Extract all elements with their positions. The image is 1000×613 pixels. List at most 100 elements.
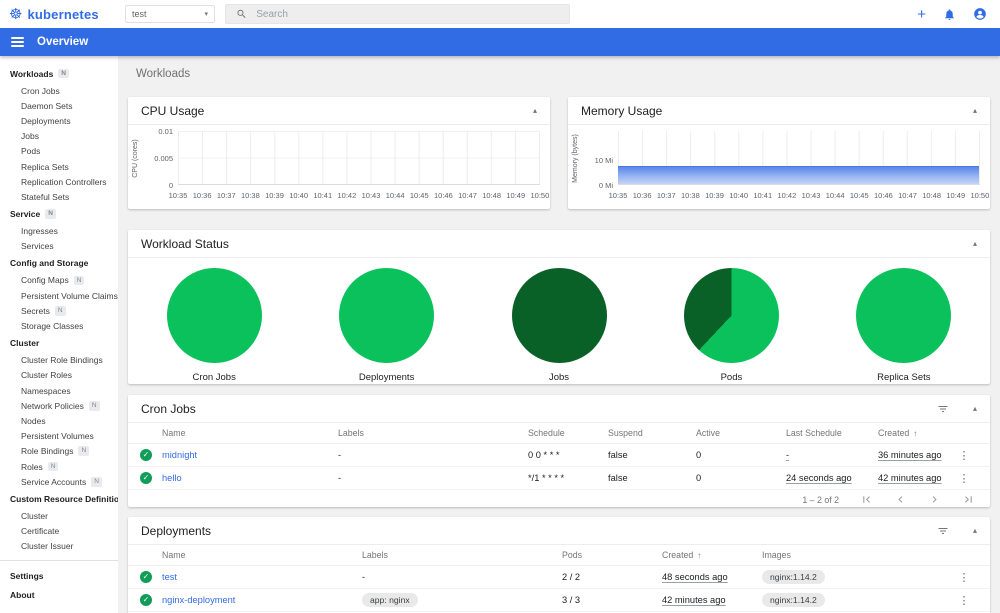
sidebar-item[interactable]: Stateful Sets (0, 189, 118, 204)
row-menu-kebab-icon[interactable]: ⋮ (950, 594, 978, 607)
col-name[interactable]: Name (162, 550, 362, 560)
col-last-schedule[interactable]: Last Schedule (786, 428, 878, 438)
sidebar-item[interactable]: Custom Resource Definitions (0, 489, 118, 508)
col-pods[interactable]: Pods (562, 550, 662, 560)
row-menu-kebab-icon[interactable]: ⋮ (950, 571, 978, 584)
col-suspend[interactable]: Suspend (608, 428, 696, 438)
col-images[interactable]: Images (762, 550, 950, 560)
sidebar-item[interactable]: Cluster Issuer (0, 539, 118, 554)
search-bar[interactable] (225, 4, 570, 24)
pie-chart[interactable] (166, 268, 262, 363)
table-row: ✓ midnight - 0 0 * * * false 0 - 36 minu… (128, 444, 990, 467)
filter-icon[interactable] (937, 525, 949, 537)
kubernetes-logo[interactable]: ☸ kubernetes (0, 7, 118, 22)
sidebar-item[interactable]: Roles N (0, 459, 118, 474)
pie-chart[interactable] (511, 268, 607, 363)
pie-chart[interactable] (339, 268, 435, 363)
cell-created: 42 minutes ago (878, 473, 942, 483)
sidebar-item-label: Network Policies (21, 400, 84, 411)
prev-page-icon[interactable] (894, 493, 907, 506)
sidebar-item[interactable]: Workloads N (0, 64, 118, 83)
col-labels[interactable]: Labels (338, 428, 528, 438)
row-menu-kebab-icon[interactable]: ⋮ (950, 449, 978, 462)
sidebar-item[interactable]: Cluster Roles (0, 368, 118, 383)
sidebar-item[interactable]: Persistent Volumes (0, 429, 118, 444)
collapse-caret-icon[interactable]: ▴ (533, 106, 537, 115)
memory-chart: Memory (bytes) 10 Mi 0 Mi 10:35 10:36 10:3… (568, 125, 990, 209)
col-name[interactable]: Name (162, 428, 338, 438)
sidebar-item[interactable]: Config and Storage (0, 254, 118, 273)
cron-jobs-card: Cron Jobs ▴ Name Labels Schedule Suspend… (128, 395, 990, 507)
zone-title: Workloads (136, 68, 191, 80)
top-actions: + (917, 7, 1000, 22)
sidebar-item[interactable]: Nodes (0, 413, 118, 428)
sidebar-item[interactable]: Settings (0, 567, 118, 586)
sidebar-item[interactable]: Cluster Role Bindings (0, 353, 118, 368)
sidebar-item[interactable]: Config Maps N (0, 273, 118, 288)
pagination-range: 1 – 2 of 2 (802, 494, 839, 505)
namespace-selector[interactable]: test ▾ (125, 5, 215, 23)
sidebar-item[interactable]: Jobs (0, 129, 118, 144)
row-menu-kebab-icon[interactable]: ⋮ (950, 472, 978, 485)
col-created[interactable]: Created ↑ (878, 428, 950, 438)
sidebar-item[interactable]: Cluster (0, 334, 118, 353)
workload-status-card: Workload Status ▴ Cron Jobs Deployments (128, 230, 990, 384)
sidebar-item[interactable]: Role Bindings N (0, 444, 118, 459)
pie-chart[interactable] (683, 268, 779, 363)
col-labels[interactable]: Labels (362, 550, 562, 560)
collapse-caret-icon[interactable]: ▴ (973, 239, 977, 248)
sidebar-item[interactable] (0, 559, 118, 561)
collapse-caret-icon[interactable]: ▴ (973, 106, 977, 115)
x-tick-label: 10:37 (216, 191, 236, 200)
sidebar-item[interactable]: Replication Controllers (0, 174, 118, 189)
x-tick-label: 10:36 (192, 191, 212, 200)
sidebar-item[interactable]: Ingresses (0, 224, 118, 239)
sort-ascending-icon: ↑ (913, 429, 918, 438)
deployment-link[interactable]: test (162, 572, 362, 582)
collapse-caret-icon[interactable]: ▴ (973, 526, 977, 535)
sidebar-item[interactable]: Cron Jobs (0, 83, 118, 98)
user-account-icon[interactable] (973, 7, 987, 21)
deployment-link[interactable]: nginx-deployment (162, 595, 362, 605)
sidebar-item[interactable]: Certificate (0, 524, 118, 539)
cron-job-link[interactable]: midnight (162, 450, 338, 460)
workload-pie: Replica Sets (818, 268, 990, 384)
sidebar-item[interactable]: Deployments (0, 113, 118, 128)
sidebar-item[interactable]: Services (0, 239, 118, 254)
col-active[interactable]: Active (696, 428, 786, 438)
sidebar-item[interactable]: Daemon Sets (0, 98, 118, 113)
cpu-ytick: 0.005 (154, 154, 173, 163)
sidebar-item-label: Nodes (21, 415, 46, 426)
sidebar-item[interactable]: Secrets N (0, 303, 118, 318)
sidebar-item[interactable]: Cluster (0, 508, 118, 523)
search-input[interactable] (256, 8, 559, 20)
filter-icon[interactable] (937, 403, 949, 415)
sidebar-item[interactable]: Pods (0, 144, 118, 159)
next-page-icon[interactable] (928, 493, 941, 506)
cron-job-link[interactable]: hello (162, 473, 338, 483)
first-page-icon[interactable] (860, 493, 873, 506)
menu-hamburger-icon[interactable] (11, 36, 24, 48)
sidebar-item[interactable]: Service N (0, 205, 118, 224)
collapse-caret-icon[interactable]: ▴ (973, 404, 977, 413)
sidebar-item-label: Replication Controllers (21, 176, 107, 187)
sidebar-item[interactable]: Storage Classes (0, 318, 118, 333)
sidebar-item[interactable]: About (0, 586, 118, 605)
workload-pie: Deployments (300, 268, 472, 384)
col-schedule[interactable]: Schedule (528, 428, 608, 438)
sidebar-item[interactable]: Network Policies N (0, 398, 118, 413)
last-page-icon[interactable] (962, 493, 975, 506)
top-bar: ☸ kubernetes test ▾ + (0, 0, 1000, 28)
sidebar-item[interactable]: Namespaces (0, 383, 118, 398)
pie-chart[interactable] (856, 268, 952, 363)
notifications-bell-icon[interactable] (943, 8, 956, 21)
x-tick-label: 10:43 (801, 191, 821, 200)
sidebar-item[interactable]: Service Accounts N (0, 474, 118, 489)
col-created[interactable]: Created ↑ (662, 550, 762, 560)
create-resource-button[interactable]: + (917, 7, 926, 22)
sidebar-item[interactable]: Replica Sets (0, 159, 118, 174)
sidebar-item[interactable]: Persistent Volume Claims N (0, 288, 118, 303)
image-chip: nginx:1.14.2 (762, 593, 825, 607)
x-tick-label: 10:46 (433, 191, 453, 200)
sidebar-item-label: Cluster (10, 338, 40, 349)
